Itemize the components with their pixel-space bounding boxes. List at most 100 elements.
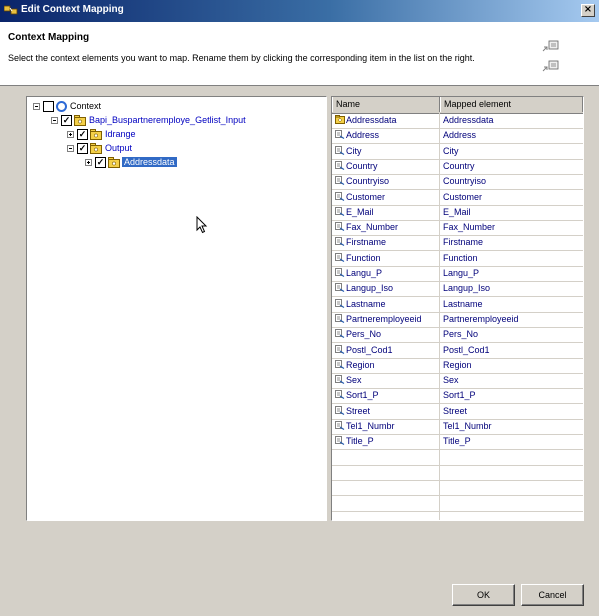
cell-name-text: Sort1_P: [346, 390, 379, 401]
expand-icon[interactable]: [67, 131, 74, 138]
table-row[interactable]: Fax_Number Fax_Number: [332, 220, 583, 237]
cell-mapped-element[interactable]: Street: [443, 404, 581, 419]
table-row-empty[interactable]: [332, 450, 583, 466]
cell-mapped-element[interactable]: Customer: [443, 190, 581, 205]
context-tree[interactable]: Context ✓ Bapi_Buspartneremploye_Getlist…: [26, 96, 327, 521]
table-row[interactable]: Region Region: [332, 358, 583, 374]
table-row-empty[interactable]: [332, 465, 583, 481]
cell-name-text: Address: [346, 130, 380, 141]
attribute-icon: [335, 419, 346, 434]
cell-mapped-element[interactable]: Lastname: [443, 297, 581, 312]
checkbox-checked[interactable]: ✓: [95, 157, 106, 168]
cell-name-text: Customer: [346, 191, 386, 202]
cell-name: Region: [335, 358, 439, 373]
cell-mapped-element[interactable]: E_Mail: [443, 205, 581, 220]
table-row[interactable]: Address Address: [332, 128, 583, 145]
cell-name-text: Sex: [346, 375, 362, 386]
cell-mapped-element[interactable]: Function: [443, 251, 581, 266]
attribute-icon: [335, 235, 346, 250]
table-row-empty[interactable]: [332, 480, 583, 497]
table-row[interactable]: Street Street: [332, 404, 583, 420]
table-row[interactable]: Customer Customer: [332, 190, 583, 206]
tree-node-output[interactable]: ✓ Output: [67, 142, 187, 156]
tree-node-bapi-input[interactable]: ✓ Bapi_Buspartneremploye_Getlist_Input: [51, 114, 311, 128]
table-row[interactable]: Tel1_Numbr Tel1_Numbr: [332, 419, 583, 435]
table-row[interactable]: E_Mail E_Mail: [332, 205, 583, 221]
cell-mapped-element[interactable]: Fax_Number: [443, 220, 581, 235]
cell-name: Country: [335, 159, 439, 174]
collapse-icon[interactable]: [51, 117, 58, 124]
cell-mapped-element[interactable]: Title_P: [443, 434, 581, 449]
column-header-name[interactable]: Name: [332, 97, 440, 112]
collapse-icon[interactable]: [33, 103, 40, 110]
cell-mapped-element[interactable]: City: [443, 144, 581, 159]
cell-name: Postl_Cod1: [335, 343, 439, 358]
page-title: Context Mapping: [8, 32, 90, 43]
cell-mapped-element[interactable]: Addressdata: [443, 113, 581, 128]
cell-mapped-element[interactable]: Tel1_Numbr: [443, 419, 581, 434]
collapse-icon[interactable]: [67, 145, 74, 152]
cell-mapped-element[interactable]: Pers_No: [443, 327, 581, 342]
cell-name-text: Postl_Cod1: [346, 344, 393, 355]
cell-mapped-element[interactable]: Country: [443, 159, 581, 174]
table-row[interactable]: Countryiso Countryiso: [332, 174, 583, 191]
table-row[interactable]: City City: [332, 144, 583, 160]
cell-name-text: Tel1_Numbr: [346, 421, 395, 431]
expand-icon[interactable]: [85, 159, 92, 166]
cell-name-text: Partneremployeeid: [346, 313, 422, 324]
attribute-icon: [335, 434, 346, 449]
cell-name-text: Lastname: [346, 298, 386, 309]
attribute-icon: [335, 190, 346, 205]
table-row[interactable]: Firstname Firstname: [332, 235, 583, 252]
cell-mapped-element[interactable]: Firstname: [443, 235, 581, 250]
cell-mapped-element[interactable]: Langu_P: [443, 266, 581, 281]
ok-button[interactable]: OK: [452, 584, 515, 606]
cell-mapped-element[interactable]: Sort1_P: [443, 388, 581, 403]
table-row[interactable]: Function Function: [332, 251, 583, 267]
tree-node-label: Addressdata: [122, 157, 177, 167]
table-row[interactable]: Country Country: [332, 159, 583, 175]
table-row[interactable]: Sex Sex: [332, 373, 583, 390]
cell-name-text: Countryiso: [346, 176, 390, 187]
table-row[interactable]: Langup_Iso Langup_Iso: [332, 281, 583, 298]
cell-name: Firstname: [335, 235, 439, 250]
cell-mapped-element[interactable]: Region: [443, 358, 581, 373]
table-row-empty[interactable]: [332, 496, 583, 512]
close-button[interactable]: ×: [581, 4, 595, 17]
table-row[interactable]: Pers_No Pers_No: [332, 327, 583, 344]
cell-name-text: Addressdata: [346, 115, 397, 125]
table-row[interactable]: Sort1_P Sort1_P: [332, 388, 583, 405]
cell-name-text: Function: [346, 252, 381, 263]
tree-node-addressdata[interactable]: ✓ Addressdata: [85, 156, 225, 170]
cell-name-text: Country: [346, 160, 378, 171]
cell-mapped-element[interactable]: Countryiso: [443, 174, 581, 189]
cell-name: Langu_P: [335, 266, 439, 281]
cell-mapped-element[interactable]: Address: [443, 128, 581, 143]
checkbox-checked[interactable]: ✓: [61, 115, 72, 126]
table-row[interactable]: Postl_Cod1 Postl_Cod1: [332, 343, 583, 359]
table-row[interactable]: Addressdata Addressdata: [332, 113, 583, 129]
cell-mapped-element[interactable]: Sex: [443, 373, 581, 388]
checkbox[interactable]: [43, 101, 54, 112]
tree-node-idrange[interactable]: ✓ Idrange: [67, 128, 187, 142]
cell-name: Address: [335, 128, 439, 143]
table-row[interactable]: Title_P Title_P: [332, 434, 583, 451]
cell-mapped-element[interactable]: Partneremployeeid: [443, 312, 581, 327]
attribute-icon: [335, 404, 346, 419]
checkbox-checked[interactable]: ✓: [77, 129, 88, 140]
table-row[interactable]: Langu_P Langu_P: [332, 266, 583, 282]
edit-context-mapping-dialog: Edit Context Mapping × Context Mapping S…: [0, 0, 599, 616]
table-row[interactable]: Lastname Lastname: [332, 297, 583, 313]
column-header-mapped-element[interactable]: Mapped element: [440, 97, 583, 112]
mapping-table[interactable]: Name Mapped element Addressdata Addressda…: [331, 96, 584, 521]
checkbox-checked[interactable]: ✓: [77, 143, 88, 154]
cell-mapped-element[interactable]: Postl_Cod1: [443, 343, 581, 358]
attribute-icon: [335, 251, 346, 266]
tree-node-context[interactable]: Context: [33, 100, 233, 114]
cancel-button[interactable]: Cancel: [521, 584, 584, 606]
table-row-empty[interactable]: [332, 511, 583, 520]
cell-name: Lastname: [335, 297, 439, 312]
title-bar[interactable]: Edit Context Mapping ×: [0, 0, 599, 22]
table-row[interactable]: Partneremployeeid Partneremployeeid: [332, 312, 583, 328]
cell-mapped-element[interactable]: Langup_Iso: [443, 281, 581, 296]
